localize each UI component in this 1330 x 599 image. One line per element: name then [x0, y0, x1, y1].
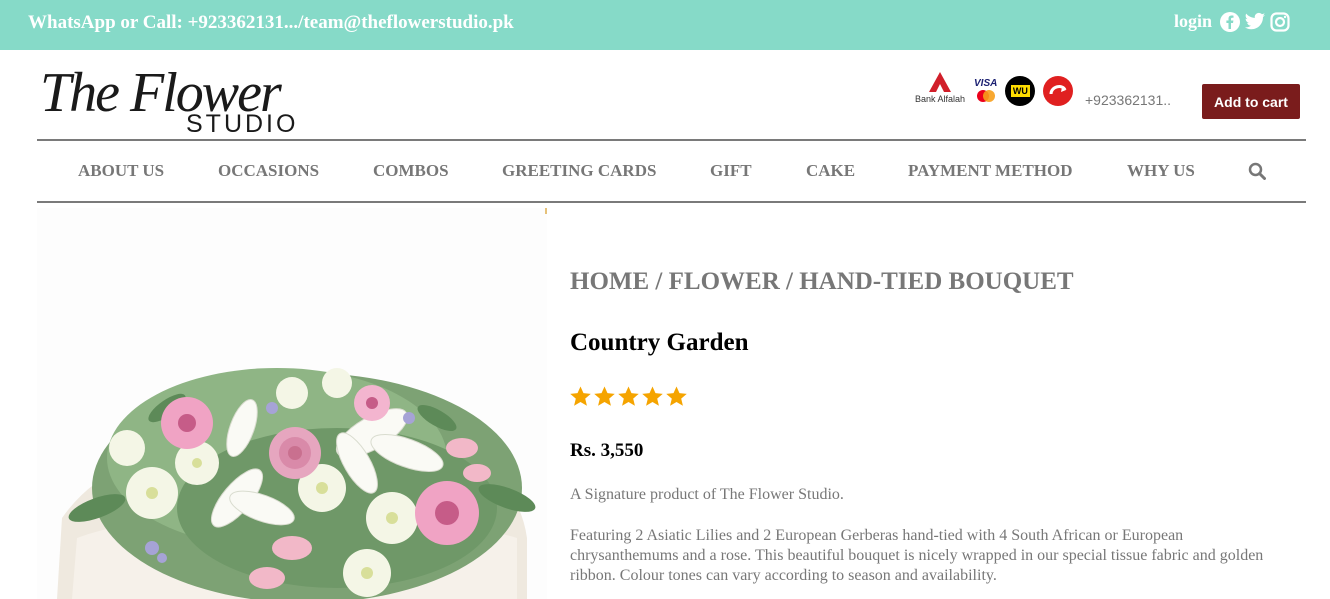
western-union-label: WU: [1010, 85, 1030, 97]
star-icon: [570, 386, 591, 406]
moneygram-icon: [1049, 85, 1067, 95]
visa-label: VISA: [974, 78, 998, 89]
top-bar: WhatsApp or Call: +923362131.../team@the…: [0, 0, 1330, 50]
nav-item-combos[interactable]: COMBOS: [373, 161, 449, 181]
product-description-long: Featuring 2 Asiatic Lilies and 2 Europea…: [570, 527, 1264, 584]
bank-alfalah-icon: [929, 72, 951, 92]
star-icon: [666, 386, 687, 406]
product-price: Rs. 3,550: [570, 440, 644, 461]
moneygram-logo: [1043, 76, 1074, 106]
breadcrumb-home[interactable]: HOME: [570, 268, 649, 295]
logo-studio-text: STUDIO: [186, 110, 299, 138]
breadcrumb-separator: /: [649, 268, 669, 295]
facebook-icon[interactable]: [1220, 11, 1240, 32]
contact-info[interactable]: WhatsApp or Call: +923362131.../team@the…: [28, 12, 514, 34]
header-phone[interactable]: +923362131..: [1085, 92, 1171, 108]
breadcrumb-separator: /: [779, 268, 800, 295]
product-title: Country Garden: [570, 329, 749, 356]
bouquet-image: [57, 208, 547, 599]
breadcrumb: HOME / FLOWER / HAND-TIED BOUQUET: [570, 268, 1074, 296]
main-nav: ABOUT US OCCASIONS COMBOS GREETING CARDS…: [37, 139, 1306, 203]
star-rating: [569, 385, 688, 408]
nav-item-cake[interactable]: CAKE: [806, 161, 855, 181]
payment-logos: Bank Alfalah VISA WU: [914, 72, 1074, 106]
star-icon: [618, 386, 639, 406]
star-icon: [594, 386, 615, 406]
product-image[interactable]: [37, 208, 547, 599]
bank-alfalah-logo: Bank Alfalah: [914, 72, 966, 104]
site-logo[interactable]: The Flower STUDIO: [40, 62, 315, 140]
nav-item-payment-method[interactable]: PAYMENT METHOD: [908, 161, 1073, 181]
nav-item-gift[interactable]: GIFT: [710, 161, 752, 181]
western-union-logo: WU: [1005, 76, 1036, 106]
login-link[interactable]: login: [1174, 11, 1212, 32]
instagram-icon[interactable]: [1270, 11, 1290, 32]
visa-mastercard-logo: VISA: [974, 78, 997, 103]
mastercard-icon: [976, 90, 995, 102]
nav-item-about-us[interactable]: ABOUT US: [78, 161, 164, 181]
bank-alfalah-label: Bank Alfalah: [914, 94, 966, 104]
twitter-icon[interactable]: [1244, 12, 1266, 32]
nav-item-greeting-cards[interactable]: GREETING CARDS: [502, 161, 656, 181]
star-icon: [642, 386, 663, 406]
add-to-cart-button[interactable]: Add to cart: [1202, 84, 1300, 119]
product-description-short: A Signature product of The Flower Studio…: [570, 486, 844, 503]
search-icon[interactable]: [1248, 162, 1266, 185]
breadcrumb-flower[interactable]: FLOWER: [669, 268, 780, 295]
breadcrumb-hand-tied-bouquet[interactable]: HAND-TIED BOUQUET: [799, 268, 1073, 295]
nav-item-why-us[interactable]: WHY US: [1127, 161, 1195, 181]
top-bar-right: login: [1174, 11, 1290, 32]
nav-item-occasions[interactable]: OCCASIONS: [218, 161, 319, 181]
